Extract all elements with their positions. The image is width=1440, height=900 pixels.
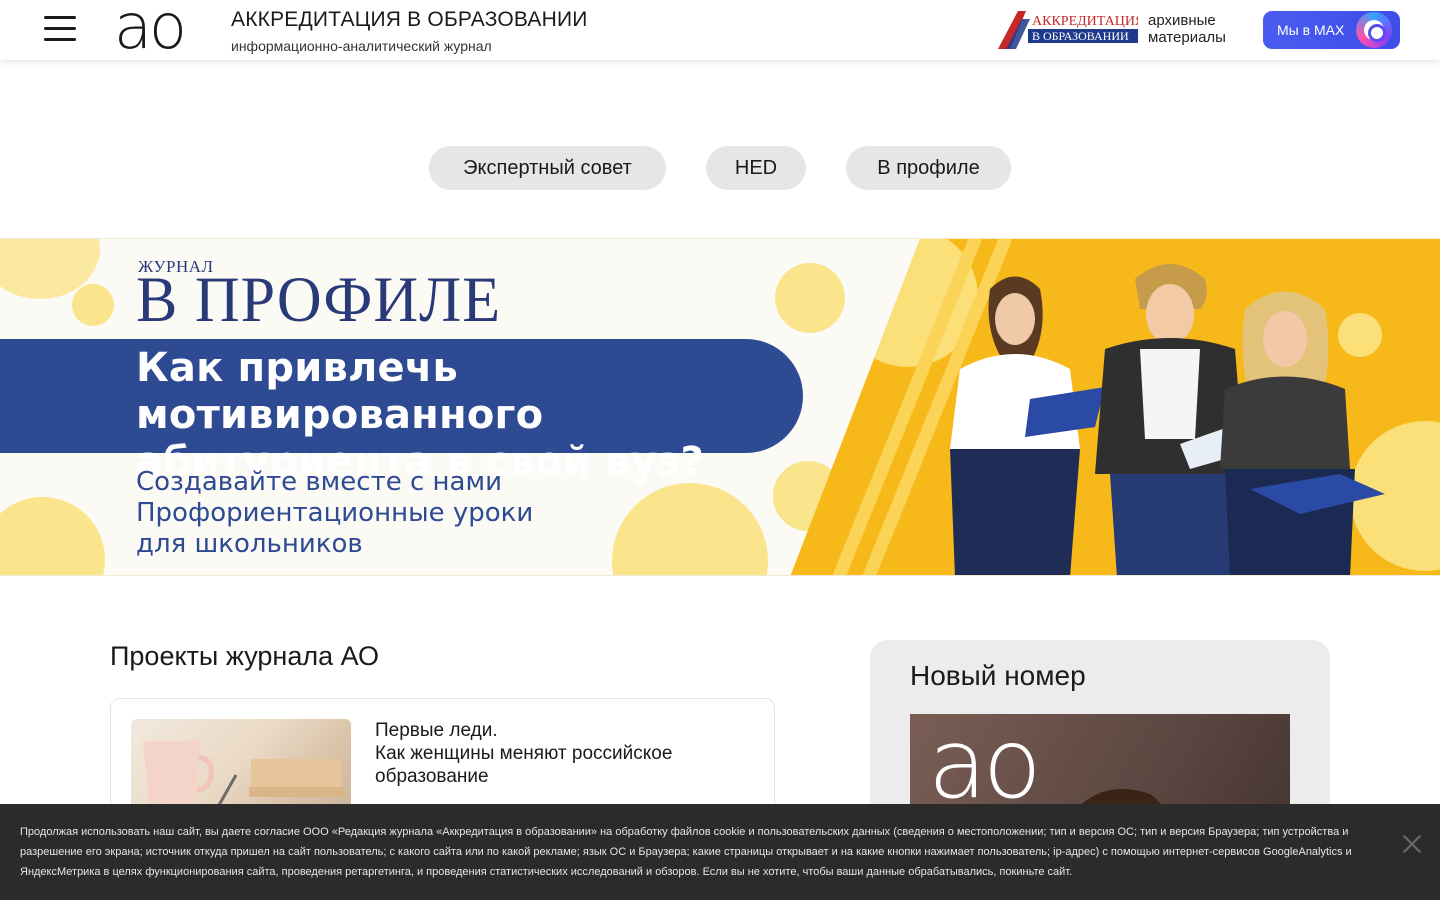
- banner-subline-line2: Профориентационные уроки: [136, 498, 534, 528]
- close-icon[interactable]: [1398, 830, 1426, 858]
- pill-expert-council[interactable]: Экспертный совет: [429, 146, 666, 190]
- banner-headline-line1: Как привлечь мотивированного: [136, 345, 544, 438]
- archive-logo[interactable]: АККРЕДИТАЦИЯ В ОБРАЗОВАНИИ: [996, 9, 1138, 51]
- menu-icon[interactable]: [44, 16, 76, 44]
- archive-text-line1: архивные: [1148, 12, 1216, 29]
- banner-subline: Создавайте вместе с нами Профориентацион…: [136, 467, 656, 560]
- project-title-line2: Как женщины меняют российское образовани…: [375, 743, 673, 787]
- max-logo-icon: [1356, 12, 1392, 48]
- pill-hed[interactable]: HED: [706, 146, 806, 190]
- banner-subline-line1: Создавайте вместе с нами: [136, 467, 502, 497]
- banner-headline: Как привлечь мотивированного абитуриента…: [136, 345, 796, 486]
- promo-banner[interactable]: ЖУРНАЛ В ПРОФИЛЕ Как привлечь мотивирова…: [0, 238, 1440, 576]
- archive-text-line2: материалы: [1148, 29, 1226, 46]
- max-button-label: Мы в MAX: [1277, 22, 1345, 38]
- banner-subline-line3: для школьников: [136, 529, 363, 559]
- cookie-consent-bar: Продолжая использовать наш сайт, вы дает…: [0, 804, 1440, 900]
- project-title-line1: Первые леди.: [375, 720, 498, 741]
- projects-section-title: Проекты журнала АО: [110, 641, 380, 671]
- archive-link[interactable]: архивные материалы: [1148, 12, 1226, 46]
- project-title[interactable]: Первые леди. Как женщины меняют российск…: [375, 719, 735, 788]
- max-messenger-button[interactable]: Мы в MAX: [1263, 11, 1400, 49]
- site-subtitle: информационно-аналитический журнал: [231, 38, 492, 54]
- banner-journal-title: В ПРОФИЛЕ: [136, 264, 502, 336]
- new-issue-title: Новый номер: [910, 660, 1086, 691]
- site-title[interactable]: АККРЕДИТАЦИЯ В ОБРАЗОВАНИИ: [231, 8, 588, 32]
- svg-text:АККРЕДИТАЦИЯ: АККРЕДИТАЦИЯ: [1032, 14, 1138, 29]
- site-logo[interactable]: ао: [114, 0, 187, 58]
- cookie-consent-text: Продолжая использовать наш сайт, вы дает…: [20, 826, 1352, 878]
- pill-v-profile[interactable]: В профиле: [846, 146, 1011, 190]
- svg-text:В ОБРАЗОВАНИИ: В ОБРАЗОВАНИИ: [1032, 29, 1129, 43]
- site-header: ао АККРЕДИТАЦИЯ В ОБРАЗОВАНИИ информацио…: [0, 0, 1440, 60]
